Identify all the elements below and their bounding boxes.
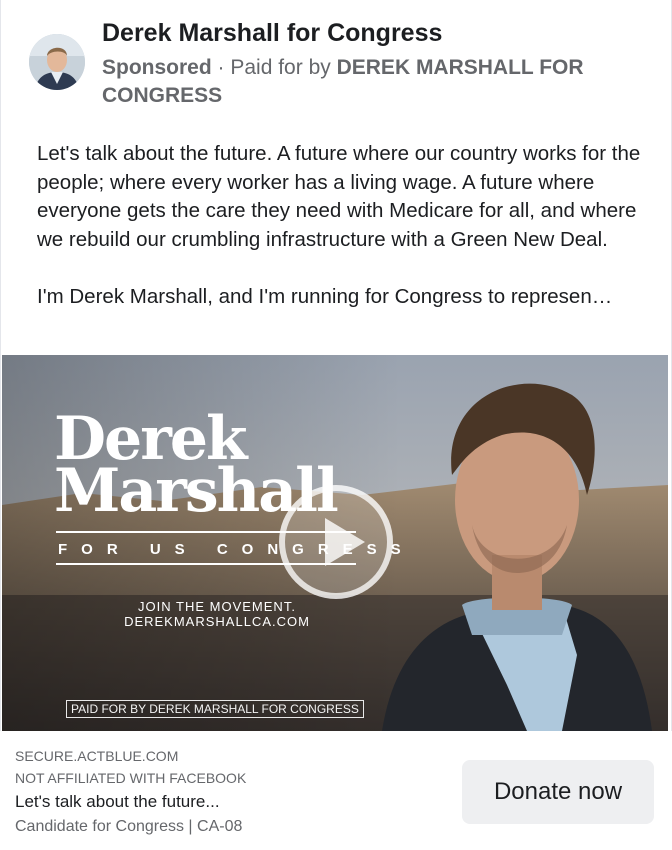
paid-for-prefix: Paid for by (230, 56, 337, 79)
page-name[interactable]: Derek Marshall for Congress (102, 19, 442, 48)
link-footer[interactable]: SECURE.ACTBLUE.COM NOT AFFILIATED WITH F… (0, 731, 672, 850)
video-join-text: JOIN THE MOVEMENT. DEREKMARSHALLCA.COM (122, 599, 312, 629)
affiliation-disclaimer: NOT AFFILIATED WITH FACEBOOK (15, 770, 247, 786)
avatar-image (29, 34, 85, 90)
donate-now-button[interactable]: Donate now (462, 760, 654, 824)
join-line-1: JOIN THE MOVEMENT. (138, 599, 296, 614)
post-paragraph-1: Let's talk about the future. A future wh… (37, 142, 641, 251)
card-border-left (0, 0, 1, 850)
sponsored-meta: Sponsored · Paid for by DEREK MARSHALL F… (102, 54, 622, 110)
link-headline[interactable]: Let's talk about the future... (15, 792, 220, 812)
play-icon (325, 518, 365, 566)
link-description: Candidate for Congress | CA-08 (15, 818, 243, 835)
link-domain: SECURE.ACTBLUE.COM (15, 748, 179, 764)
meta-separator: · (211, 56, 231, 79)
ad-card: Derek Marshall for Congress Sponsored · … (0, 0, 672, 850)
post-text: Let's talk about the future. A future wh… (37, 140, 647, 312)
play-button[interactable] (279, 485, 393, 599)
video-media[interactable]: Derek Marshall FOR US CONGRESS JOIN THE … (2, 355, 668, 731)
paid-for-badge: PAID FOR BY DEREK MARSHALL FOR CONGRESS (66, 700, 364, 718)
avatar[interactable] (29, 34, 85, 90)
sponsored-label: Sponsored (102, 56, 212, 79)
join-line-2: DEREKMARSHALLCA.COM (124, 614, 310, 629)
ad-header: Derek Marshall for Congress Sponsored · … (0, 0, 672, 120)
post-paragraph-2[interactable]: I'm Derek Marshall, and I'm running for … (37, 283, 647, 312)
